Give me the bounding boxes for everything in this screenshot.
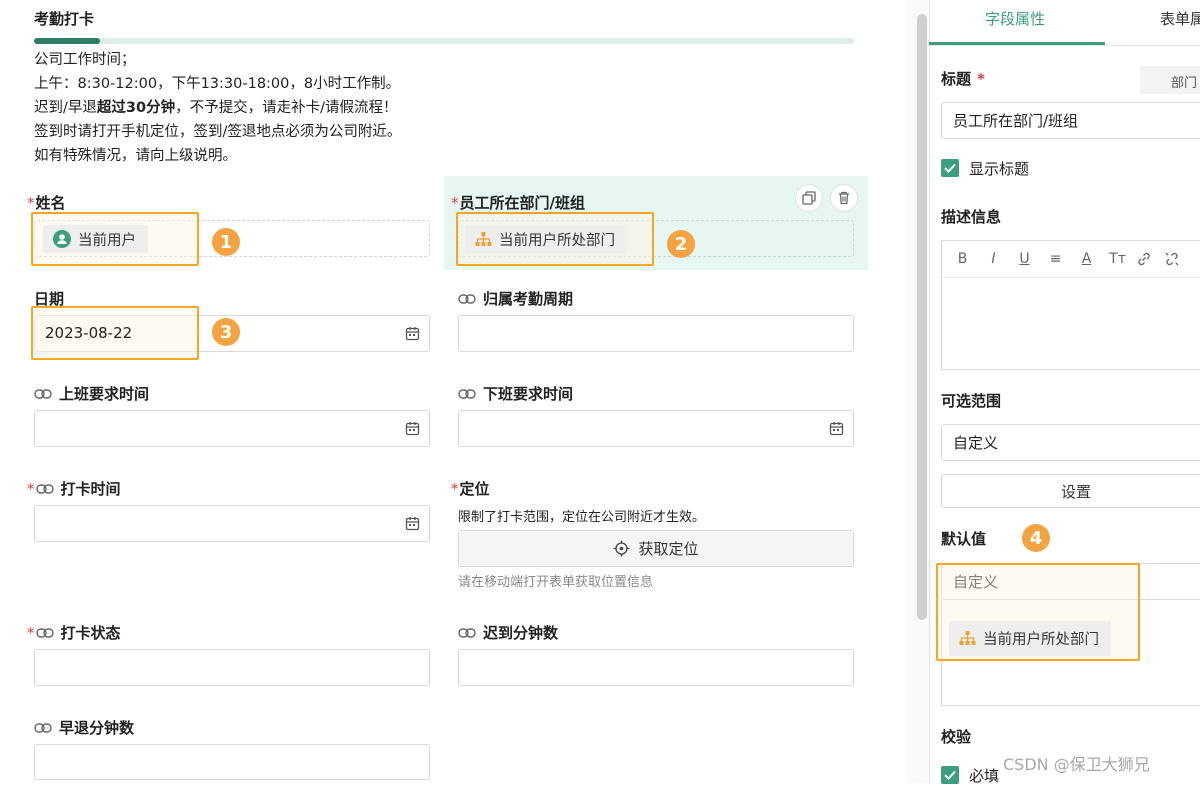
- step-badge-4: 4: [1022, 524, 1050, 552]
- current-user-chip[interactable]: 当前用户: [43, 225, 148, 253]
- link-icon: [35, 627, 54, 638]
- late-minutes-label: 迟到分钟数: [458, 622, 558, 643]
- default-dept-chip[interactable]: 当前用户所处部门: [949, 621, 1111, 656]
- step-badge-2: 2: [667, 230, 695, 258]
- active-tab-indicator: [929, 42, 1105, 45]
- work-start-time-label: 上班要求时间: [34, 383, 149, 404]
- clock-time-label: * 打卡时间: [27, 479, 121, 499]
- link-icon: [34, 722, 52, 733]
- early-leave-minutes-label: 早退分钟数: [34, 717, 134, 738]
- desc-line: 迟到/早退超过30分钟，不予提交，请走补卡/请假流程！: [34, 100, 398, 116]
- location-hint: 限制了打卡范围，定位在公司附近才生效。: [458, 510, 706, 525]
- validation-label: 校验: [941, 728, 972, 746]
- range-label: 可选范围: [941, 392, 1002, 410]
- calendar-icon: [405, 422, 420, 436]
- clock-status-input[interactable]: [34, 649, 430, 686]
- link-icon: [458, 293, 476, 304]
- attendance-period-label: 归属考勤周期: [458, 288, 573, 309]
- early-leave-minutes-input[interactable]: [34, 744, 430, 780]
- title-label: 标题 *: [941, 70, 985, 88]
- org-chart-icon: [475, 231, 492, 246]
- check-icon: [944, 770, 956, 780]
- late-minutes-input[interactable]: [458, 649, 854, 686]
- text-color-icon[interactable]: A: [1074, 251, 1099, 267]
- show-title-label: 显示标题: [969, 160, 1030, 178]
- desc-line: 公司工作时间；: [34, 52, 136, 68]
- form-description: 公司工作时间； 上午：8:30-12:00，下午13:30-18:00，8小时工…: [34, 48, 401, 168]
- link-icon[interactable]: [1136, 251, 1152, 267]
- tabs-divider: [929, 45, 1200, 46]
- step-badge-1: 1: [212, 228, 240, 256]
- check-icon: [944, 163, 956, 173]
- unlink-icon[interactable]: [1164, 251, 1180, 267]
- title-input[interactable]: 员工所在部门/班组: [941, 102, 1200, 139]
- org-chart-icon: [959, 631, 976, 645]
- bold-icon[interactable]: B: [950, 251, 975, 267]
- required-checkbox[interactable]: [941, 766, 959, 784]
- work-end-time-label: 下班要求时间: [458, 383, 573, 404]
- set-range-button[interactable]: 设置: [941, 474, 1200, 508]
- tab-field-properties[interactable]: 字段属性: [985, 8, 1045, 29]
- get-location-button[interactable]: 获取定位: [458, 530, 854, 567]
- link-icon: [458, 627, 476, 638]
- name-label: * 姓名: [27, 193, 66, 213]
- align-icon[interactable]: ≡: [1043, 251, 1068, 267]
- current-dept-chip[interactable]: 当前用户所处部门: [465, 225, 627, 253]
- link-icon: [34, 388, 52, 399]
- work-end-time-input[interactable]: [458, 410, 854, 447]
- rich-text-toolbar: B I U ≡ A Tт: [941, 240, 1200, 278]
- attendance-period-input[interactable]: [458, 315, 854, 352]
- scrollbar-thumb[interactable]: [917, 14, 927, 620]
- show-title-checkbox[interactable]: [941, 159, 959, 177]
- underline-icon[interactable]: U: [1012, 251, 1037, 267]
- link-icon: [458, 388, 476, 399]
- user-icon: [53, 230, 71, 248]
- delete-field-button[interactable]: [830, 184, 858, 212]
- link-icon: [35, 483, 54, 494]
- copy-field-button[interactable]: [795, 184, 823, 212]
- clock-time-input[interactable]: [34, 505, 430, 542]
- form-title: 考勤打卡: [34, 10, 95, 28]
- title-divider: [34, 38, 854, 44]
- copy-icon: [802, 191, 816, 205]
- desc-line: 签到时请打开手机定位，签到/签退地点必须为公司附近。: [34, 124, 402, 140]
- work-start-time-input[interactable]: [34, 410, 430, 447]
- clock-status-label: * 打卡状态: [27, 623, 121, 643]
- location-sub-hint: 请在移动端打开表单获取位置信息: [458, 575, 654, 590]
- locate-icon: [613, 540, 630, 557]
- desc-line: 如有特殊情况，请向上级说明。: [34, 148, 237, 164]
- title-tag[interactable]: 部门: [1140, 66, 1200, 94]
- range-select[interactable]: 自定义: [941, 424, 1200, 461]
- calendar-icon: [405, 517, 420, 531]
- trash-icon: [839, 191, 849, 205]
- calendar-icon: [405, 327, 420, 341]
- description-editor[interactable]: [941, 278, 1200, 370]
- calendar-icon: [829, 422, 844, 436]
- step-badge-3: 3: [212, 318, 240, 346]
- location-label: * 定位: [451, 479, 490, 499]
- desc-line: 上午：8:30-12:00，下午13:30-18:00，8小时工作制。: [34, 76, 401, 92]
- italic-icon[interactable]: I: [981, 251, 1006, 267]
- date-value: 2023-08-22: [45, 324, 133, 342]
- description-label: 描述信息: [941, 208, 1002, 226]
- department-label: * 员工所在部门/班组: [451, 193, 585, 213]
- font-size-icon[interactable]: Tт: [1105, 251, 1130, 267]
- default-value-label: 默认值: [941, 530, 987, 548]
- watermark: CSDN @保卫大狮兄: [1003, 755, 1150, 774]
- tab-form-properties[interactable]: 表单属: [1160, 8, 1200, 29]
